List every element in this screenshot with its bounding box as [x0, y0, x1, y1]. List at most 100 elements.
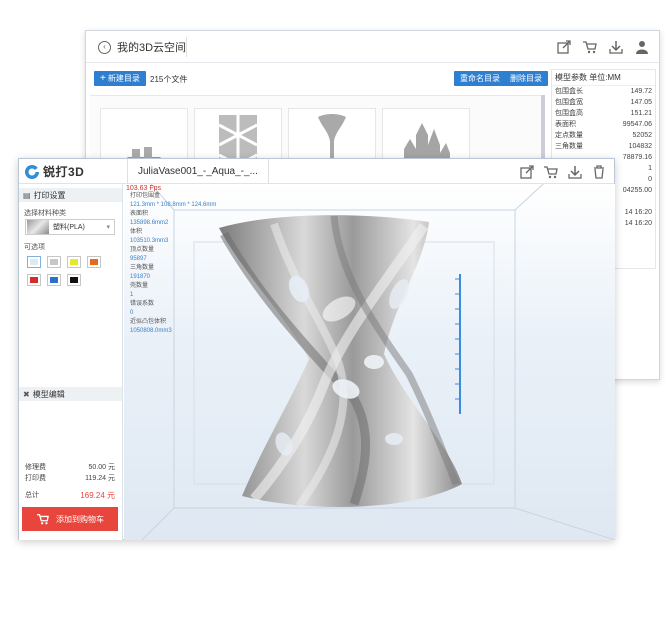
print-settings-panel: ▤ 打印设置 选择材料种类 塑料(PLA) ▾ 可选项 ✖ 模型编辑 修理费 50…	[19, 184, 123, 540]
color-swatch[interactable]	[27, 256, 41, 268]
property-value: 14 16:20	[624, 220, 652, 227]
stat-value: 135898.6mm2	[130, 220, 169, 226]
share-icon[interactable]	[557, 40, 571, 54]
stat-value: 95897	[130, 256, 147, 262]
property-value: 104832	[628, 143, 652, 150]
total-row: 总计 169.24 元	[25, 491, 115, 500]
repair-fee-row: 修理费 50.00 元	[25, 464, 115, 471]
stat-label: 打印包围盒	[130, 193, 161, 199]
model-edit-header[interactable]: ✖ 模型编辑	[19, 387, 122, 401]
file-count: 215个文件	[150, 75, 188, 84]
print-fee-row: 打印费 119.24 元	[25, 475, 115, 482]
stat-label: 壳数量	[130, 283, 149, 289]
stat-value: 1050808.0mm3	[130, 328, 172, 334]
property-value: 52052	[632, 132, 652, 139]
stat-value: 1	[130, 292, 134, 298]
color-swatch[interactable]	[87, 256, 101, 268]
stat-value: 103510.3mm3	[130, 238, 169, 244]
color-swatch-fill	[30, 259, 38, 265]
printer-icon: ▤	[23, 190, 31, 200]
title-separator	[186, 37, 187, 57]
color-swatch-fill	[90, 259, 98, 265]
stat-label: 表面积	[130, 211, 149, 217]
property-value: 1	[648, 165, 652, 172]
print-settings-header[interactable]: ▤ 打印设置	[19, 188, 122, 202]
share-icon[interactable]	[520, 165, 534, 179]
property-row: 定点数量 52052	[552, 130, 655, 141]
property-value: 151.21	[630, 110, 652, 117]
download-icon[interactable]	[568, 165, 582, 179]
vase-3d-model	[219, 215, 462, 509]
chevron-down-icon: ▾	[106, 224, 110, 231]
stat-label: 顶点数量	[130, 247, 155, 253]
cart-icon[interactable]	[583, 40, 597, 54]
property-value: 149.72	[630, 88, 652, 95]
color-swatch[interactable]	[67, 256, 81, 268]
window-title: 我的3D云空间	[117, 42, 187, 54]
3d-viewport[interactable]: 103.63 Fps 打印包围盒 121.3mm * 108.8mm * 124.…	[124, 184, 615, 540]
add-to-cart-button[interactable]: 添加到购物车	[22, 507, 118, 531]
property-row: 包围盒高 151.21	[552, 108, 655, 119]
wrench-icon: ✖	[23, 389, 30, 399]
file-tab[interactable]: JuliaVase001_-_Aqua_-_...	[127, 159, 269, 184]
property-row: 表面积 99547.06	[552, 119, 655, 130]
viewer-toolbar-icons	[520, 165, 606, 179]
property-row: 三角数量 104832	[552, 141, 655, 152]
color-swatch-fill	[70, 277, 78, 283]
material-select[interactable]: 塑料(PLA) ▾	[25, 219, 115, 235]
property-label: 包围盒宽	[555, 99, 583, 106]
stat-label: 体积	[130, 229, 143, 235]
material-label: 选择材料种类	[24, 210, 66, 217]
property-label: 表面积	[555, 121, 576, 128]
property-label: 包围盒长	[555, 88, 583, 95]
property-value: 0	[648, 176, 652, 183]
back-toolbar-icons	[557, 40, 649, 54]
stat-value: 191870	[130, 274, 151, 280]
properties-header: 模型参数 单位:MM	[552, 70, 655, 86]
color-label: 可选项	[24, 244, 45, 251]
back-arrow-icon[interactable]: ‹	[98, 40, 111, 54]
new-folder-button[interactable]: + 新建目录	[94, 71, 146, 86]
property-value: 147.05	[630, 99, 652, 106]
property-label: 定点数量	[555, 132, 583, 139]
material-thumbnail	[27, 220, 49, 234]
color-swatch-fill	[50, 277, 58, 283]
cart-icon	[37, 514, 49, 525]
print-viewer-window: 锐打3D JuliaVase001_-_Aqua_-_... ▤ 打印设置 选择…	[18, 158, 615, 540]
height-ruler	[455, 274, 461, 414]
property-label: 包围盒高	[555, 110, 583, 117]
material-value: 塑料(PLA)	[53, 224, 85, 231]
color-swatch[interactable]	[47, 274, 61, 286]
user-icon[interactable]	[635, 40, 649, 54]
stat-label: 近似凸包体积	[130, 319, 167, 325]
stat-value: 0	[130, 310, 134, 316]
plus-icon: +	[100, 73, 106, 84]
app-logo: 锐打3D	[24, 163, 84, 180]
color-swatch-fill	[30, 277, 38, 283]
property-label: 三角数量	[555, 143, 583, 150]
cloud-space-titlebar: ‹ 我的3D云空间	[86, 31, 659, 63]
logo-text: 锐打3D	[43, 165, 85, 179]
viewer-titlebar: 锐打3D JuliaVase001_-_Aqua_-_...	[19, 159, 614, 184]
stat-label: 三角数量	[130, 265, 155, 271]
color-swatch-fill	[50, 259, 58, 265]
download-icon[interactable]	[609, 40, 623, 54]
color-swatch[interactable]	[67, 274, 81, 286]
delete-folder-button[interactable]: 删除目录	[504, 71, 548, 86]
trash-icon[interactable]	[592, 165, 606, 179]
property-value: 99547.06	[622, 121, 652, 128]
stat-label: 错误系数	[130, 301, 155, 307]
logo-icon	[25, 164, 39, 179]
model-stats: 打印包围盒 121.3mm * 108.8mm * 124.6mm 表面积 13589…	[130, 192, 216, 336]
stat-value: 121.3mm * 108.8mm * 124.6mm	[130, 202, 217, 208]
property-value: 78879.16	[622, 154, 652, 161]
rename-folder-button[interactable]: 重命名目录	[454, 71, 506, 86]
color-swatch[interactable]	[47, 256, 61, 268]
directory-toolbar: + 新建目录 215个文件 重命名目录 删除目录	[94, 71, 549, 87]
color-swatch[interactable]	[27, 274, 41, 286]
property-value: 04255.00	[622, 187, 652, 194]
cart-icon[interactable]	[544, 165, 558, 179]
property-value: 14 16:20	[624, 209, 652, 216]
property-row: 包围盒长 149.72	[552, 86, 655, 97]
back-nav[interactable]: ‹ 我的3D云空间	[98, 39, 186, 55]
